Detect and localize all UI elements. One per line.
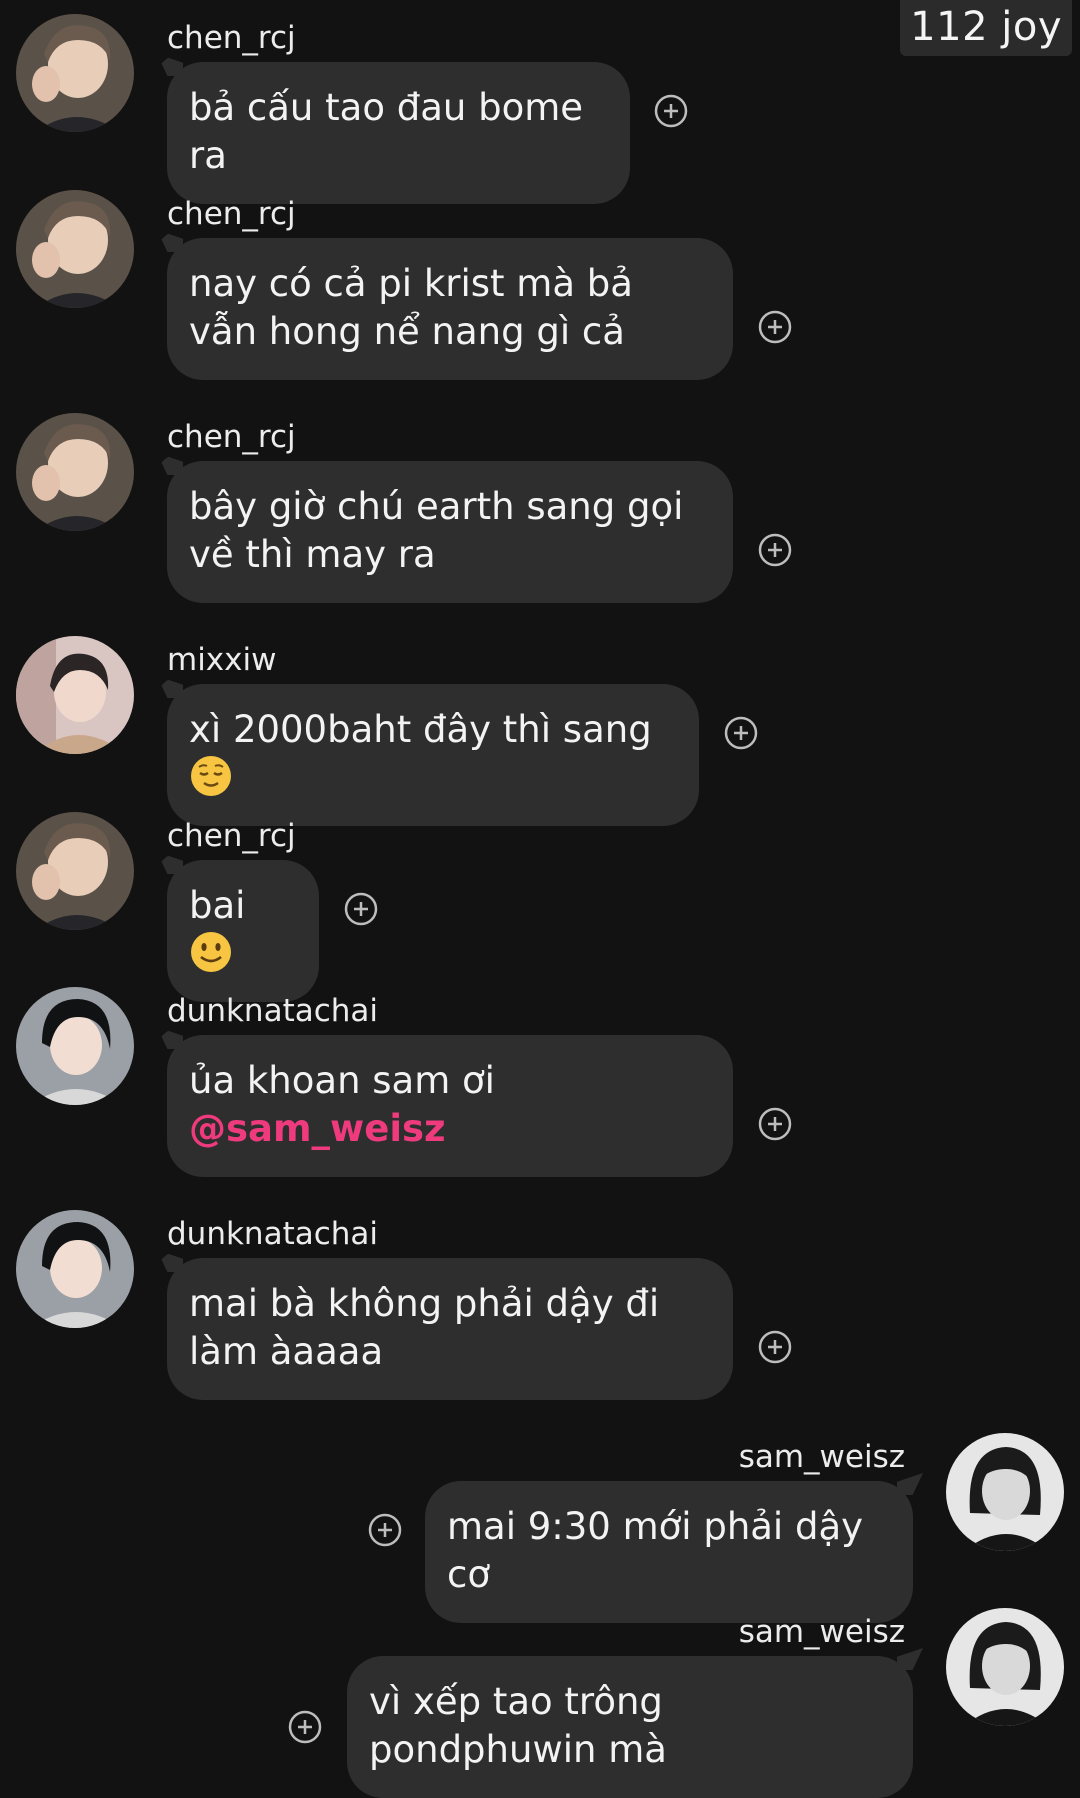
username: sam_weisz — [738, 1439, 905, 1475]
sam-avatar[interactable] — [946, 1433, 1064, 1551]
message-text: bai — [189, 884, 246, 927]
bubble-tail — [157, 453, 183, 475]
message-bubble[interactable]: ủa khoan sam ơi @sam_weisz — [157, 1027, 733, 1177]
message-text: bây giờ chú earth sang gọi về thì may ra — [189, 485, 684, 576]
mixxiw-avatar[interactable] — [16, 636, 134, 754]
message-bubble[interactable]: bây giờ chú earth sang gọi về thì may ra — [157, 453, 733, 603]
add-reaction-icon[interactable] — [654, 94, 688, 128]
username: chen_rcj — [167, 818, 296, 854]
username: chen_rcj — [167, 419, 296, 455]
message-text: nay có cả pi krist mà bả vẫn hong nể nan… — [189, 262, 633, 353]
mention-link[interactable]: @sam_weisz — [189, 1107, 446, 1150]
bubble-tail — [157, 1250, 183, 1272]
add-reaction-icon[interactable] — [288, 1710, 322, 1744]
message-bubble[interactable]: nay có cả pi krist mà bả vẫn hong nể nan… — [157, 230, 733, 380]
message-text: ủa khoan sam ơi — [189, 1059, 495, 1102]
add-reaction-icon[interactable] — [758, 310, 792, 344]
slightly-smiling-face-emoji — [189, 930, 233, 974]
message-bubble[interactable]: xì 2000baht đây thì sang — [157, 676, 699, 826]
username: dunknatachai — [167, 993, 379, 1029]
username: mixxiw — [167, 642, 277, 678]
chen-avatar[interactable] — [16, 413, 134, 531]
bubble-tail — [897, 1648, 923, 1670]
dunk-avatar[interactable] — [16, 1210, 134, 1328]
add-reaction-icon[interactable] — [724, 716, 758, 750]
dunk-avatar[interactable] — [16, 987, 134, 1105]
username: dunknatachai — [167, 1216, 379, 1252]
chen-avatar[interactable] — [16, 14, 134, 132]
add-reaction-icon[interactable] — [758, 1330, 792, 1364]
watermark-label: 112 joy — [900, 0, 1072, 56]
username: sam_weisz — [738, 1614, 905, 1650]
username: chen_rcj — [167, 196, 296, 232]
message-text: vì xếp tao trông pondphuwin mà — [369, 1680, 667, 1771]
bubble-tail — [157, 230, 183, 252]
chen-avatar[interactable] — [16, 190, 134, 308]
chen-avatar[interactable] — [16, 812, 134, 930]
message-bubble[interactable]: mai 9:30 mới phải dậy cơ — [425, 1473, 923, 1623]
add-reaction-icon[interactable] — [758, 533, 792, 567]
relieved-face-emoji — [189, 754, 233, 798]
username: chen_rcj — [167, 20, 296, 56]
message-text: bả cấu tao đau bome ra — [189, 86, 584, 177]
sam-avatar[interactable] — [946, 1608, 1064, 1726]
message-text: mai 9:30 mới phải dậy cơ — [447, 1505, 864, 1596]
add-reaction-icon[interactable] — [758, 1107, 792, 1141]
bubble-tail — [157, 852, 183, 874]
bubble-tail — [157, 676, 183, 698]
message-bubble[interactable]: mai bà không phải dậy đi làm àaaaa — [157, 1250, 733, 1400]
message-text: mai bà không phải dậy đi làm àaaaa — [189, 1282, 660, 1373]
bubble-tail — [897, 1473, 923, 1495]
message-bubble[interactable]: bai — [157, 852, 319, 1002]
bubble-tail — [157, 54, 183, 76]
message-bubble[interactable]: vì xếp tao trông pondphuwin mà — [347, 1648, 923, 1798]
bubble-tail — [157, 1027, 183, 1049]
add-reaction-icon[interactable] — [368, 1513, 402, 1547]
message-text: xì 2000baht đây thì sang — [189, 708, 652, 751]
add-reaction-icon[interactable] — [344, 892, 378, 926]
message-bubble[interactable]: bả cấu tao đau bome ra — [157, 54, 630, 204]
